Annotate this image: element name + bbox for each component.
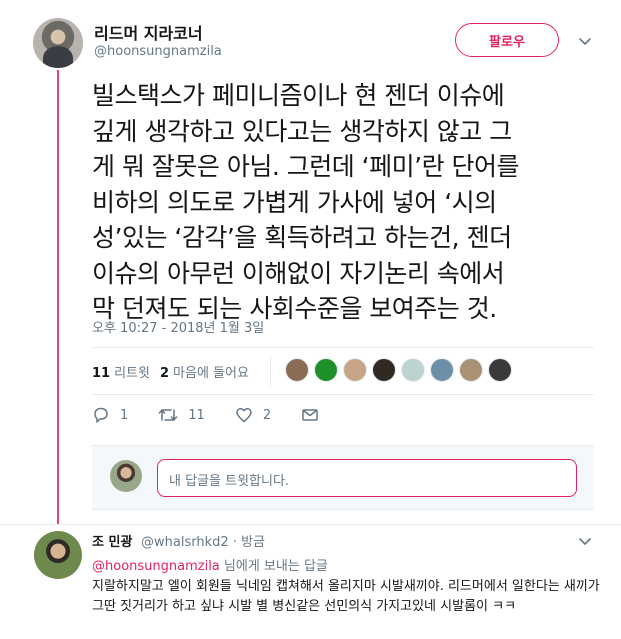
replying-to: @hoonsungnamzila 님에게 보내는 답글: [92, 555, 328, 574]
retweets-label: 리트윗: [114, 365, 150, 381]
likes-count: 2: [159, 365, 170, 381]
reply-composer: 내 답글을 트윗합니다.: [92, 445, 594, 510]
meta-separator: ·: [232, 535, 237, 550]
retweet-count: 11: [188, 407, 205, 423]
liker-avatar[interactable]: [372, 358, 396, 382]
dm-action[interactable]: [301, 406, 329, 424]
retweets-count: 11: [92, 365, 111, 381]
reply-time[interactable]: 방금: [241, 535, 265, 550]
reply-meta: @whalsrhkd2 · 방금: [141, 531, 265, 550]
heart-icon: [236, 407, 252, 423]
reply-count: 1: [120, 407, 129, 423]
replying-to-suffix: 님에게 보내는 답글: [219, 559, 328, 574]
reply-handle[interactable]: @whalsrhkd2: [141, 535, 229, 550]
envelope-icon: [302, 409, 318, 421]
chevron-down-icon[interactable]: [577, 33, 593, 49]
tweet-text: 빌스택스가 페미니즘이나 현 젠더 이슈에 깊게 생각하고 있다고는 생각하지 …: [92, 78, 602, 327]
like-action[interactable]: 2: [235, 406, 271, 424]
reply-avatar[interactable]: [34, 531, 82, 579]
divider: [92, 394, 594, 395]
timestamp[interactable]: 오후 10:27 - 2018년 1월 3일: [92, 317, 264, 336]
liker-avatar[interactable]: [285, 358, 309, 382]
liker-avatar[interactable]: [314, 358, 338, 382]
tweet-text-line: 깊게 생각하고 있다고는 생각하지 않고 그: [92, 116, 512, 146]
liker-avatar[interactable]: [430, 358, 454, 382]
retweet-icon: [159, 409, 178, 421]
reply-display-name[interactable]: 조 민광: [92, 531, 132, 550]
own-avatar: [110, 460, 142, 492]
reply-text: 지랄하지말고 엘이 회원들 닉네임 캡쳐해서 올리지마 시발새끼야. 리드머에서…: [92, 579, 600, 614]
likes-label: 마음에 들어요: [173, 365, 249, 381]
follow-button[interactable]: 팔로우: [455, 23, 559, 57]
mention-link[interactable]: @hoonsungnamzila: [92, 559, 220, 574]
avatar[interactable]: [33, 18, 83, 68]
divider: [92, 347, 594, 348]
liker-avatars: [285, 358, 517, 382]
reply-input[interactable]: 내 답글을 트윗합니다.: [157, 459, 577, 497]
tweet-text-line: 게 뭐 잘못은 아님. 그런데 ‘페미’란 단어를: [92, 152, 520, 181]
tweet-text-line: 비하의 의도로 가볍게 가사에 넣어 ‘시의: [92, 187, 497, 217]
tweet-actions: 1 11 2: [92, 406, 359, 424]
liker-avatar[interactable]: [401, 358, 425, 382]
reply-action[interactable]: 1: [92, 406, 128, 424]
divider: [0, 524, 621, 525]
stats-separator: [270, 356, 271, 386]
handle[interactable]: @hoonsungnamzila: [94, 44, 222, 59]
retweet-action[interactable]: 11: [158, 406, 205, 424]
liker-avatar[interactable]: [488, 358, 512, 382]
tweet-text-line: 성’있는 ‘감각’을 획득하려고 하는건, 젠더: [92, 223, 512, 252]
tweet-text-line: 이슈의 아무런 이해없이 자기논리 속에서: [92, 258, 505, 288]
liker-avatar[interactable]: [459, 358, 483, 382]
tweet-text-line: 빌스택스가 페미니즘이나 현 젠더 이슈에: [92, 81, 505, 110]
reply-icon: [94, 407, 108, 423]
tweet-stats: 11 리트윗 2 마음에 들어요: [92, 358, 259, 384]
thread-line: [57, 70, 59, 525]
likes-stat[interactable]: 2 마음에 들어요: [160, 362, 249, 381]
display-name[interactable]: 리드머 지라코너: [94, 20, 203, 44]
retweets-stat[interactable]: 11 리트윗: [92, 362, 150, 381]
chevron-down-icon[interactable]: [577, 533, 593, 549]
like-count: 2: [262, 407, 272, 423]
liker-avatar[interactable]: [343, 358, 367, 382]
